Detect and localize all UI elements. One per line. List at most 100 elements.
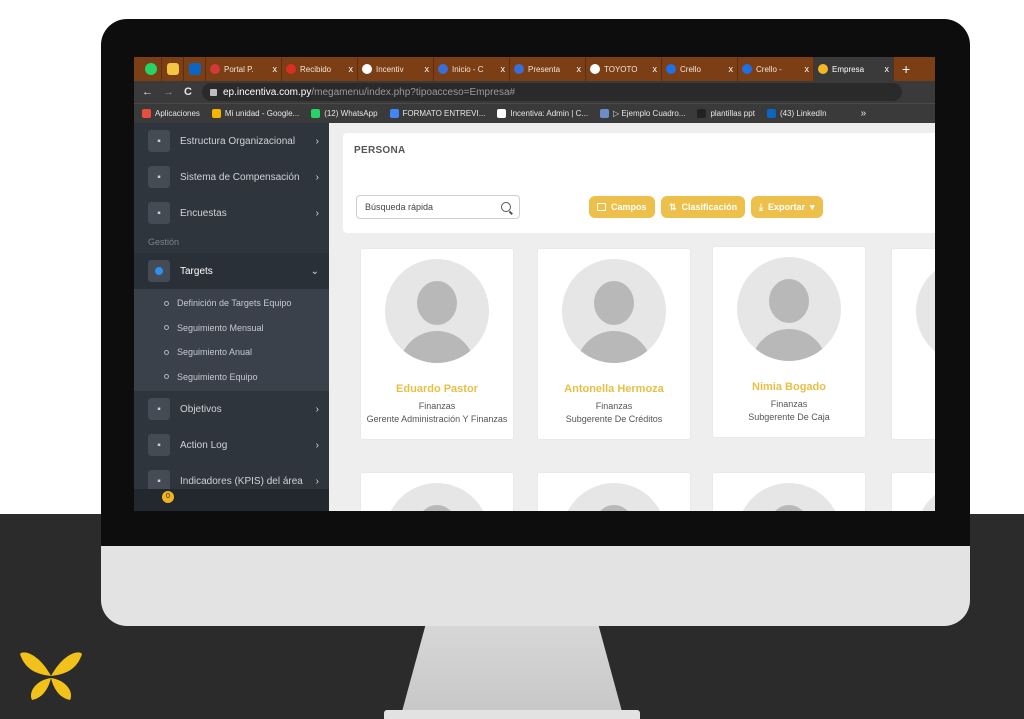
person-role: Gerente Administración Y Finanzas [366,414,508,424]
bookmark-item[interactable]: Mi unidad - Google... [211,109,299,118]
person-card[interactable] [713,473,865,511]
close-icon[interactable]: x [349,64,354,74]
pinned-tab-linkedin[interactable] [184,57,206,81]
search-input[interactable] [365,202,501,212]
submenu-item[interactable]: Seguimiento Equipo [134,365,329,390]
bookmarks-bar: Aplicaciones Mi unidad - Google... (12) Wh… [134,103,935,123]
clasificacion-label: Clasificación [681,202,738,212]
lock-icon [209,88,217,96]
new-tab-button[interactable]: + [894,61,910,77]
person-name: Antonella Hermoza [564,383,664,395]
close-icon[interactable]: x [805,64,810,74]
person-department: Finanzas [770,399,808,409]
tab-label: TOYOTO [604,64,638,74]
bookmarks-overflow-icon[interactable]: » [861,108,867,119]
search-icon[interactable] [501,202,511,212]
bookmark-item[interactable]: FORMATO ENTREVI... [389,109,486,118]
close-icon[interactable]: x [729,64,734,74]
url-field[interactable]: ep.incentiva.com.py/megamenu/index.php?t… [201,83,902,101]
notification-badge: 0 [162,491,174,503]
sidebar-item-label: Action Log [180,439,228,451]
close-icon[interactable]: x [653,64,658,74]
submenu-item-label: Seguimiento Mensual [177,322,264,333]
tab-favicon-icon [362,64,372,74]
sidebar-item[interactable]: ▪ Encuestas › [134,195,329,231]
browser-tab[interactable]: Empresa x [814,57,894,81]
close-icon[interactable]: x [501,64,506,74]
browser-tab[interactable]: TOYOTO x [586,57,662,81]
url-path: /megamenu/index.php?tipoacceso=Empresa# [311,86,516,98]
person-card[interactable] [361,473,513,511]
tab-favicon-icon [286,64,296,74]
close-icon[interactable]: x [885,64,890,74]
butterfly-logo-icon [20,652,82,700]
bookmark-favicon-icon [211,109,221,118]
survey-icon: ▪ [148,202,170,224]
pinned-tab-photos[interactable] [162,57,184,81]
circle-icon [164,349,169,355]
close-icon[interactable]: x [273,64,278,74]
browser-tab[interactable]: Portal P. x [206,57,282,81]
campos-button[interactable]: Campos [589,196,655,218]
avatar [385,483,489,511]
person-card[interactable]: Eduardo Pastor Finanzas Gerente Administra… [361,249,513,439]
forward-icon[interactable]: → [163,86,174,98]
avatar [385,259,489,363]
browser-tab[interactable]: Crello x [662,57,738,81]
bookmark-item[interactable]: ▷ Ejemplo Cuadro... [600,109,685,118]
bookmark-item[interactable]: Aplicaciones [142,109,200,118]
chevron-right-icon: › [315,207,319,219]
person-department: Finanzas [595,401,633,411]
person-card[interactable] [538,473,690,511]
sidebar-item[interactable]: ▪ Action Log › [134,427,329,463]
sidebar-item[interactable]: ▪ Objetivos › [134,391,329,427]
browser-tab[interactable]: Inicio - C x [434,57,510,81]
browser-tab[interactable]: Incentiv x [358,57,434,81]
browser-window: Portal P. x Recibido x Incentiv x Inicio - CxP… [134,57,935,511]
bookmark-favicon-icon [389,109,399,118]
submenu-item[interactable]: Seguimiento Mensual [134,316,329,341]
browser-tab[interactable]: Presenta x [510,57,586,81]
person-card[interactable]: Nimia Bogado Finanzas Subgerente De Caja [713,247,865,437]
person-role: Subgerente De Caja [748,412,830,422]
sidebar-item-label: Sistema de Compensación [180,171,300,183]
tab-label: Recibido [300,64,332,74]
tab-label: Presenta [528,64,561,74]
exportar-button[interactable]: ⤓ Exportar ▾ [751,196,823,218]
tab-strip: Portal P. x Recibido x Incentiv x Inicio - CxP… [134,57,935,81]
bookmark-item[interactable]: (12) WhatsApp [311,109,378,118]
sidebar-item[interactable]: ▪ Sistema de Compensación › [134,159,329,195]
chevron-right-icon: › [315,171,319,183]
chevron-right-icon: › [315,135,319,147]
monitor-stand [400,620,624,719]
reload-icon[interactable]: C [184,86,192,98]
person-card[interactable]: Antonella Hermoza Finanzas Subgerente De C… [538,249,690,439]
chart-icon: ▪ [148,166,170,188]
tab-label: Inicio - C [452,64,484,74]
bookmark-item[interactable]: (43) LinkedIn [766,109,827,118]
submenu-item[interactable]: Seguimiento Anual [134,340,329,365]
tab-label: Crello [680,64,701,74]
sidebar-item-targets[interactable]: Targets ⌄ [134,253,329,289]
close-icon[interactable]: x [425,64,430,74]
sidebar-item-label: Objetivos [180,403,222,415]
exportar-label: Exportar [767,202,805,212]
bookmark-item[interactable]: plantillas ppt [697,109,755,118]
pinned-tab-whatsapp[interactable] [140,57,162,81]
monitor-foot [384,710,640,719]
main-content: PERSONA Campos ⇅ Clasificación ⤓ Exporta… [329,123,935,511]
browser-tab[interactable]: Crello - x [738,57,814,81]
back-icon[interactable]: ← [142,86,153,98]
bookmark-item[interactable]: Incentiva: Admin | C... [497,109,588,118]
bookmark-label: FORMATO ENTREVI... [402,109,486,118]
bookmark-favicon-icon [766,109,776,118]
submenu-item[interactable]: Definición de Targets Equipo [134,291,329,316]
person-card[interactable]: M Subg [892,249,935,439]
person-name: Eduardo Pastor [396,383,478,395]
browser-tab[interactable]: Recibido x [282,57,358,81]
close-icon[interactable]: x [577,64,582,74]
sidebar-item[interactable]: ▪ Estructura Organizacional › [134,123,329,159]
clasificacion-button[interactable]: ⇅ Clasificación [661,196,746,218]
org-chart-icon: ▪ [148,130,170,152]
person-card[interactable] [892,473,935,511]
